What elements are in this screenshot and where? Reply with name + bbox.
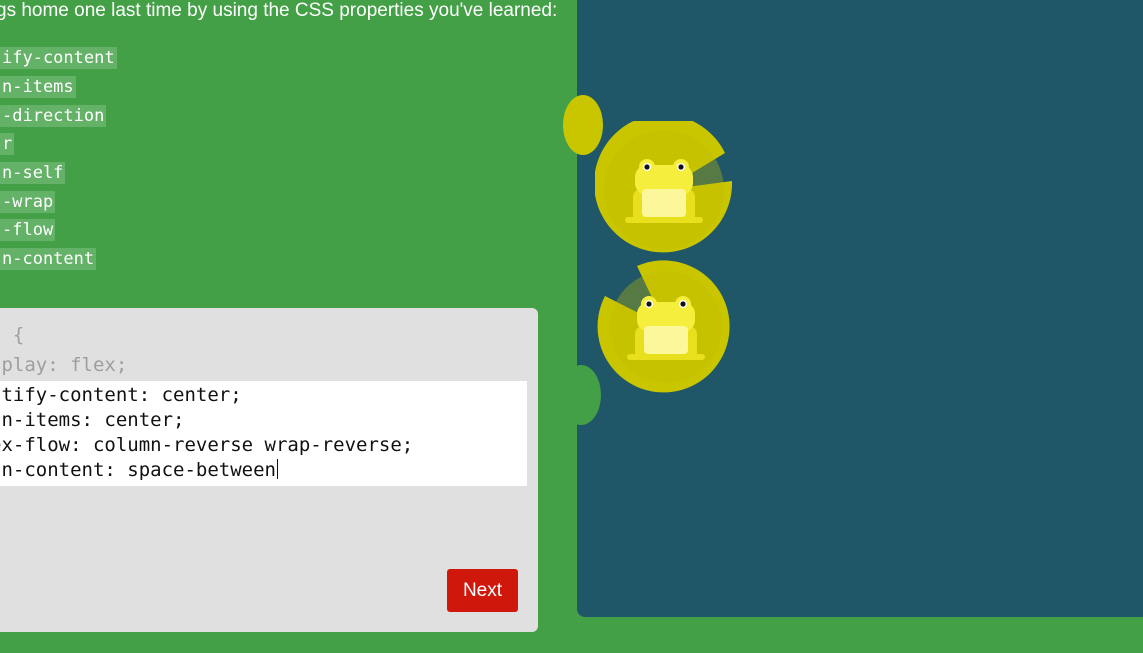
property-flex-wrap[interactable]: -wrap bbox=[0, 190, 56, 213]
list-item: ify-content bbox=[0, 44, 117, 73]
next-button[interactable]: Next bbox=[447, 569, 518, 612]
frog-on-lilypad bbox=[594, 114, 733, 259]
property-align-items[interactable]: n-items bbox=[0, 76, 76, 99]
property-justify-content[interactable]: ify-content bbox=[0, 47, 117, 70]
code-line-selector: d { bbox=[0, 324, 25, 346]
list-item: -wrap bbox=[0, 187, 117, 216]
property-list: ify-content n-items -direction r n-self … bbox=[0, 44, 117, 274]
flexbox-froggy-page: gs home one last time by using the CSS p… bbox=[0, 0, 1143, 653]
list-item: n-items bbox=[0, 73, 117, 102]
property-order[interactable]: r bbox=[0, 133, 15, 156]
list-item: n-content bbox=[0, 245, 117, 274]
frog-on-lilypad bbox=[597, 258, 735, 396]
code-input-line: stify-content: center; bbox=[0, 384, 242, 406]
property-flex-flow[interactable]: -flow bbox=[0, 219, 56, 242]
text-caret bbox=[276, 459, 278, 479]
property-align-self[interactable]: n-self bbox=[0, 162, 66, 185]
lilypad-icon bbox=[594, 114, 733, 253]
list-item: -direction bbox=[0, 101, 117, 130]
list-item: r bbox=[0, 130, 117, 159]
code-line-display: splay: flex; bbox=[0, 354, 128, 376]
property-align-content[interactable]: n-content bbox=[0, 248, 97, 271]
code-input-line-active: gn-content: space-between bbox=[0, 458, 278, 483]
code-input-line: ex-flow: column-reverse wrap-reverse; bbox=[0, 434, 414, 456]
code-input-line: gn-items: center; bbox=[0, 409, 185, 431]
list-item: n-self bbox=[0, 159, 117, 188]
code-input-text: gn-content: space-between bbox=[0, 459, 276, 481]
lilypad-icon bbox=[597, 260, 730, 393]
list-item: -flow bbox=[0, 216, 117, 245]
property-flex-direction[interactable]: -direction bbox=[0, 104, 107, 127]
lilypad-partial-icon bbox=[561, 365, 601, 425]
instructions-text: gs home one last time by using the CSS p… bbox=[0, 0, 558, 21]
css-editor: d { splay: flex; stify-content: center; … bbox=[0, 308, 538, 632]
code-input-textarea[interactable]: stify-content: center; gn-items: center;… bbox=[0, 381, 527, 486]
